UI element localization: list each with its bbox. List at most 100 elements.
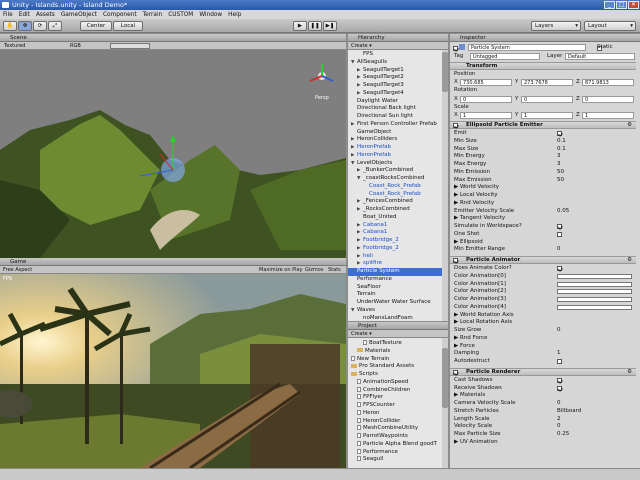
hierarchy-item[interactable]: ▼ AllSeagulls <box>348 59 448 67</box>
hierarchy-item[interactable]: ▶ Footbridge_2 <box>348 237 448 245</box>
menu-component[interactable]: Component <box>103 12 137 18</box>
project-scroll-thumb[interactable] <box>442 348 448 408</box>
menu-terrain[interactable]: Terrain <box>143 12 163 18</box>
scale-field[interactable]: 1 <box>460 112 512 119</box>
aspect-dropdown[interactable]: Free Aspect <box>3 266 32 274</box>
property-checkbox[interactable] <box>557 377 562 383</box>
property-value[interactable]: 1 <box>557 350 561 358</box>
hierarchy-item[interactable]: ▶ spitfire <box>348 260 448 268</box>
property-label[interactable]: ▶ World Rotation Axis <box>454 312 514 320</box>
property-value[interactable]: 50 <box>557 177 564 185</box>
hierarchy-item[interactable]: ▶ _BunkerCombined <box>348 167 448 175</box>
pause-button[interactable]: ❚❚ <box>308 21 322 31</box>
stats-toggle[interactable]: Stats <box>328 266 341 274</box>
hierarchy-item[interactable]: ▶ First Person Controller Prefab <box>348 121 448 129</box>
project-item[interactable]: Scripts <box>348 371 448 379</box>
position-field[interactable]: 273.7678 <box>521 79 573 86</box>
object-name-field[interactable]: Particle System <box>468 44 586 51</box>
menu-gameobject[interactable]: GameObject <box>61 12 97 18</box>
layer-dropdown[interactable]: Default <box>565 53 635 60</box>
color-swatch[interactable] <box>557 281 632 287</box>
project-item[interactable]: Heron <box>348 409 448 418</box>
hierarchy-item[interactable]: ▶ heli <box>348 253 448 261</box>
property-value[interactable]: 0.1 <box>557 146 566 154</box>
active-checkbox[interactable] <box>453 46 458 51</box>
layers-dropdown[interactable]: Layers ▾ <box>531 21 581 31</box>
particle-renderer-enabled-checkbox[interactable] <box>453 369 458 375</box>
gear-icon[interactable]: ⚙ <box>627 122 632 129</box>
render-mode-dropdown[interactable]: RGB <box>70 42 81 50</box>
project-item[interactable]: BoatTexture <box>348 340 448 348</box>
rotation-field[interactable]: 0 <box>521 96 573 103</box>
scale-tool-button[interactable]: ⤢ <box>48 21 62 31</box>
project-create-dropdown[interactable]: Create ▾ <box>348 330 448 338</box>
hierarchy-item[interactable]: Daylight Water <box>348 98 448 106</box>
scale-field[interactable]: 1 <box>582 112 634 119</box>
property-checkbox[interactable] <box>557 131 562 136</box>
color-swatch[interactable] <box>557 297 632 302</box>
property-value[interactable]: 3 <box>557 153 561 161</box>
property-value[interactable]: 3 <box>557 161 561 169</box>
minimize-button[interactable]: _ <box>604 1 615 9</box>
particle-renderer-header[interactable]: Particle Renderer ⚙ <box>450 367 636 376</box>
hierarchy-item[interactable]: ▼ Waves <box>348 307 448 315</box>
menu-file[interactable]: File <box>3 12 13 18</box>
property-label[interactable]: ▶ Rnd Force <box>454 335 487 343</box>
property-label[interactable]: ▶ Local Rotation Axis <box>454 319 512 327</box>
property-label[interactable]: ▶ Materials <box>454 392 485 400</box>
layout-dropdown[interactable]: Layout ▾ <box>584 21 636 31</box>
property-label[interactable]: ▶ Ellipsoid <box>454 239 483 247</box>
game-tab[interactable]: Game <box>0 258 346 266</box>
property-value[interactable]: 0 <box>557 400 561 408</box>
tag-dropdown[interactable]: Untagged <box>470 53 540 60</box>
project-item[interactable]: Particle Alpha Blend goodT <box>348 440 448 449</box>
scene-tab[interactable]: Scene <box>0 34 346 42</box>
hierarchy-item[interactable]: Boat_United <box>348 214 448 222</box>
hierarchy-item[interactable]: GameObject <box>348 129 448 137</box>
hierarchy-item[interactable]: ▶ SeagullTarget2 <box>348 74 448 82</box>
hierarchy-item[interactable]: ▶ Cabana1 <box>348 222 448 230</box>
hierarchy-item[interactable]: ▶ HeronPrefab <box>348 152 448 160</box>
color-swatch[interactable] <box>557 273 632 279</box>
color-swatch[interactable] <box>557 304 632 310</box>
property-value[interactable]: 0.05 <box>557 208 569 216</box>
project-item[interactable]: Seagull <box>348 456 448 464</box>
hierarchy-item[interactable]: SeaFloor <box>348 284 448 292</box>
project-tab[interactable]: Project <box>348 322 448 330</box>
hierarchy-scrollbar[interactable] <box>442 50 448 321</box>
move-tool-button[interactable]: ✥ <box>18 21 32 31</box>
hierarchy-item[interactable]: Particle System <box>348 268 448 276</box>
hierarchy-item[interactable]: UnderWater Water Surface <box>348 299 448 307</box>
rotate-tool-button[interactable]: ⟳ <box>33 21 47 31</box>
maximize-on-play-toggle[interactable]: Maximize on Play <box>259 266 303 274</box>
hierarchy-item[interactable]: Coast_Rock_Prefab <box>348 183 448 191</box>
property-value[interactable]: 50 <box>557 169 564 177</box>
project-item[interactable]: New Terrain <box>348 355 448 364</box>
project-item[interactable]: Materials <box>348 348 448 356</box>
hierarchy-item[interactable]: ▶ SeagullTarget1 <box>348 67 448 75</box>
hierarchy-item[interactable]: ▶ _RocksCombined <box>348 206 448 214</box>
particle-animator-enabled-checkbox[interactable] <box>453 258 458 263</box>
rotation-field[interactable]: 0 <box>582 96 634 103</box>
scene-toggle-buttons[interactable] <box>110 43 150 49</box>
hierarchy-item[interactable]: ▶ Footbridge_2 <box>348 245 448 253</box>
hierarchy-item[interactable]: ▼ _coastRocksCombined <box>348 175 448 183</box>
project-item[interactable]: AnimationSpeed <box>348 378 448 387</box>
project-item[interactable]: FPFlyer <box>348 394 448 402</box>
hierarchy-item[interactable]: ▶ Cabana1 <box>348 229 448 237</box>
hand-tool-button[interactable]: ✋ <box>3 21 17 31</box>
menu-custom[interactable]: CUSTOM <box>168 12 193 18</box>
hierarchy-item[interactable]: ▼ LevelObjects <box>348 160 448 168</box>
project-item[interactable]: ParrotWaypoints <box>348 433 448 441</box>
property-checkbox[interactable] <box>557 359 562 364</box>
project-item[interactable]: Performance <box>348 448 448 457</box>
step-button[interactable]: ▶❚ <box>323 21 337 31</box>
property-label[interactable]: ▶ UV Animation <box>454 439 498 447</box>
menu-edit[interactable]: Edit <box>19 12 30 18</box>
property-value[interactable]: 2 <box>557 416 561 424</box>
particle-animator-header[interactable]: Particle Animator ⚙ <box>450 256 636 264</box>
project-item[interactable]: HeronCollider <box>348 417 448 426</box>
color-swatch[interactable] <box>557 289 632 295</box>
hierarchy-item[interactable]: Directional Sun light <box>348 113 448 121</box>
gear-icon[interactable]: ⚙ <box>627 369 632 376</box>
